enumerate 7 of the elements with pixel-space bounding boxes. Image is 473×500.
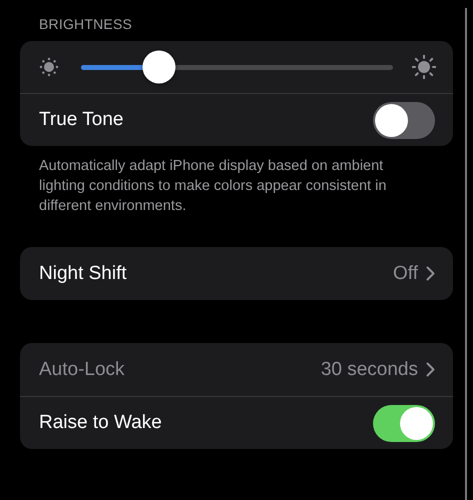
section-header: BRIGHTNESS	[38, 16, 134, 32]
setting-label[interactable]: Night Shift	[39, 262, 393, 284]
setting-label: True Tone	[39, 109, 124, 131]
setting-value: 30 seconds	[320, 358, 418, 380]
setting-label: Raise to Wake	[39, 412, 163, 434]
description-text: Automatically adapt iPhone display based on ambient lighting conditions to make colors appear consistent in different environments.	[38, 157, 388, 216]
setting-value: Off	[393, 262, 418, 284]
